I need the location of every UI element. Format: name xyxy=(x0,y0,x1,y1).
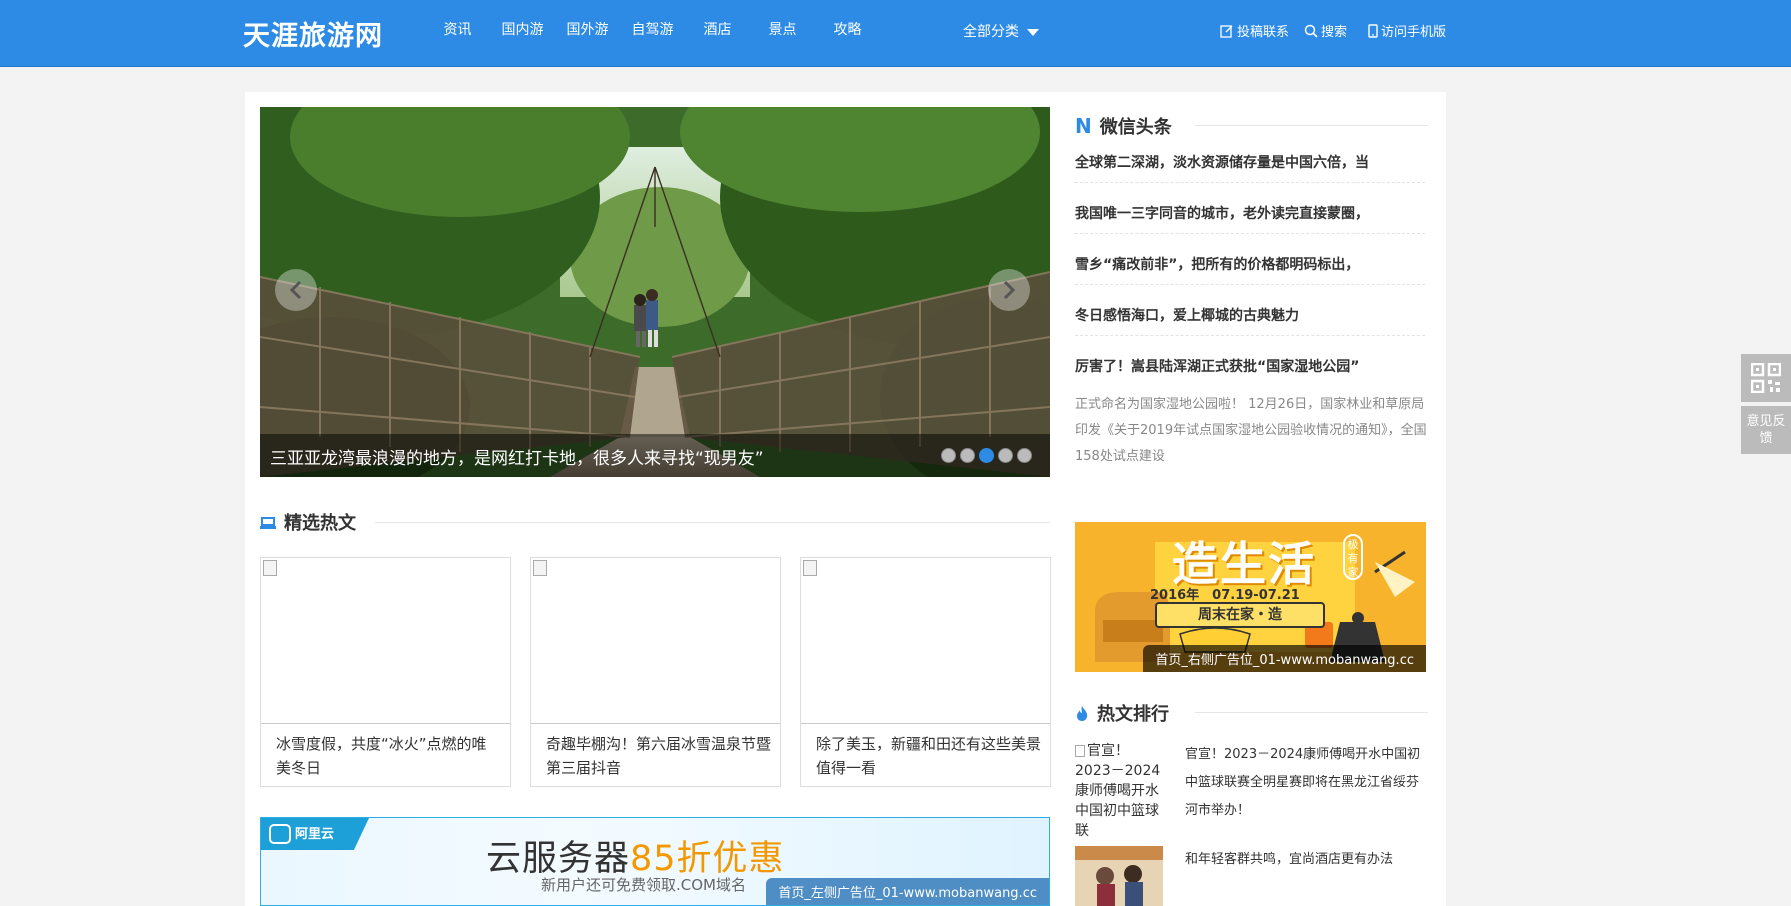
slider-dot-2[interactable] xyxy=(960,448,975,463)
featured-card-title[interactable]: 奇趣毕棚沟！第六届冰雪温泉节暨第三届抖音 xyxy=(546,732,771,780)
feedback-button[interactable]: 意见反馈 xyxy=(1741,406,1791,454)
nav-item-domestic[interactable]: 国内游 xyxy=(490,0,555,62)
featured-card-title[interactable]: 冰雪度假，共度“冰火”点燃的唯美冬日 xyxy=(276,732,501,780)
slider-dot-3[interactable] xyxy=(979,448,994,463)
contribute-label: 投稿联系 xyxy=(1237,25,1290,40)
featured-divider xyxy=(375,522,1050,523)
broken-image-icon xyxy=(263,560,277,576)
hot-thumb-image xyxy=(1075,846,1163,906)
nav-item-abroad[interactable]: 国外游 xyxy=(555,0,620,62)
all-categories-label: 全部分类 xyxy=(963,24,1019,40)
slider-pagination xyxy=(941,448,1032,463)
wechat-news-item[interactable]: 冬日感悟海口，爱上椰城的古典魅力 xyxy=(1075,285,1425,336)
wechat-news-item[interactable]: 全球第二深湖，淡水资源储存量是中国六倍，当 xyxy=(1075,132,1425,183)
ad-r-date: 2016年 07.19-07.21 xyxy=(1150,588,1300,603)
search-icon xyxy=(1304,24,1318,38)
featured-card-image[interactable] xyxy=(801,558,1050,724)
slider-dot-1[interactable] xyxy=(941,448,956,463)
ad-subline: 新用户还可免费领取.COM域名 xyxy=(541,876,746,894)
main-container: 三亚亚龙湾最浪漫的地方，是网红打卡地，很多人来寻找“现男友” 精选热文 冰雪度假… xyxy=(245,92,1446,906)
hot-list-item[interactable]: 和年轻客群共鸣，宜尚酒店更有办法 xyxy=(1075,846,1430,906)
featured-card-title[interactable]: 除了美玉，新疆和田还有这些美景值得一看 xyxy=(816,732,1041,780)
all-categories-dropdown[interactable]: 全部分类 xyxy=(963,21,1039,41)
right-ad-banner[interactable]: 造生活 极有家 2016年 07.19-07.21 周末在家・造 首页_右侧广告… xyxy=(1075,522,1426,672)
wechat-news-item[interactable]: 我国唯一三字同音的城市，老外读完直接蒙圈， xyxy=(1075,183,1425,234)
edit-icon xyxy=(1220,24,1233,38)
qr-code-button[interactable] xyxy=(1741,354,1791,402)
hot-list-item[interactable]: 官宣！2023－2024康师傅喝开水中国初中篮球联 官宣！2023－2024康师… xyxy=(1075,741,1430,841)
search-link[interactable]: 搜索 xyxy=(1304,21,1347,40)
nav-item-hotel[interactable]: 酒店 xyxy=(685,0,750,62)
slider-next-button[interactable] xyxy=(988,269,1030,311)
slider-dot-5[interactable] xyxy=(1017,448,1032,463)
hot-section-title: 热文排行 xyxy=(1075,700,1169,726)
image-slider[interactable]: 三亚亚龙湾最浪漫的地方，是网红打卡地，很多人来寻找“现男友” xyxy=(260,107,1050,477)
wechat-divider xyxy=(1195,125,1428,126)
hot-title-label: 热文排行 xyxy=(1097,704,1169,725)
hot-item-title[interactable]: 和年轻客群共鸣，宜尚酒店更有办法 xyxy=(1185,846,1430,874)
ad-r-badge: 极有家 xyxy=(1343,534,1363,580)
caret-down-icon xyxy=(1027,29,1039,36)
mobile-link[interactable]: 访问手机版 xyxy=(1368,21,1446,40)
qr-code-icon xyxy=(1751,363,1781,393)
chevron-right-icon xyxy=(1003,280,1016,300)
featured-card-3[interactable]: 除了美玉，新疆和田还有这些美景值得一看 xyxy=(800,557,1051,787)
top-header: 天涯旅游网 资讯 国内游 国外游 自驾游 酒店 景点 攻略 全部分类 投稿联系 … xyxy=(0,0,1791,67)
chevron-left-icon xyxy=(289,280,302,300)
broken-image-icon xyxy=(1075,745,1085,757)
slider-caption[interactable]: 三亚亚龙湾最浪漫的地方，是网红打卡地，很多人来寻找“现男友” xyxy=(270,444,764,469)
featured-section-title: 精选热文 xyxy=(260,509,356,535)
nav-item-scenic[interactable]: 景点 xyxy=(750,0,815,62)
nav-item-guide[interactable]: 攻略 xyxy=(815,0,880,62)
featured-card-1[interactable]: 冰雪度假，共度“冰火”点燃的唯美冬日 xyxy=(260,557,511,787)
broken-image-icon xyxy=(533,560,547,576)
flame-icon xyxy=(1077,705,1088,721)
broken-image-icon xyxy=(803,560,817,576)
main-nav: 资讯 国内游 国外游 自驾游 酒店 景点 攻略 xyxy=(425,0,880,62)
featured-card-image[interactable] xyxy=(531,558,780,724)
slider-prev-button[interactable] xyxy=(275,269,317,311)
hot-item-title[interactable]: 官宣！2023－2024康师傅喝开水中国初中篮球联赛全明星赛即将在黑龙江省绥芬河… xyxy=(1185,741,1430,825)
mobile-icon xyxy=(1368,23,1378,38)
featured-title-label: 精选热文 xyxy=(284,513,356,534)
featured-card-2[interactable]: 奇趣毕棚沟！第六届冰雪温泉节暨第三届抖音 xyxy=(530,557,781,787)
hot-item-thumbnail[interactable]: 官宣！2023－2024康师傅喝开水中国初中篮球联 xyxy=(1075,741,1163,841)
hot-thumb-alt: 官宣！2023－2024康师傅喝开水中国初中篮球联 xyxy=(1075,743,1161,839)
contribute-link[interactable]: 投稿联系 xyxy=(1220,21,1289,40)
mobile-label: 访问手机版 xyxy=(1381,25,1447,40)
aliyun-logo-icon xyxy=(269,824,291,844)
slider-dot-4[interactable] xyxy=(998,448,1013,463)
wechat-news-description: 正式命名为国家湿地公园啦！ 12月26日，国家林业和草原局印发《关于2019年试… xyxy=(1075,397,1427,464)
ad-slot-label: 首页_右侧广告位_01-www.mobanwang.cc xyxy=(1143,645,1426,672)
featured-card-image[interactable] xyxy=(261,558,510,724)
site-logo[interactable]: 天涯旅游网 xyxy=(243,14,383,53)
left-ad-banner[interactable]: 阿里云 云服务器85折优惠 新用户还可免费领取.COM域名 首页_左侧广告位_0… xyxy=(260,817,1050,906)
wechat-news-list: 全球第二深湖，淡水资源储存量是中国六倍，当 我国唯一三字同音的城市，老外读完直接… xyxy=(1075,132,1425,387)
hot-item-thumbnail[interactable] xyxy=(1075,846,1163,906)
ad-r-subtitle: 周末在家・造 xyxy=(1155,602,1325,628)
ad-slot-label: 首页_左侧广告位_01-www.mobanwang.cc xyxy=(766,878,1049,905)
nav-item-selfdrive[interactable]: 自驾游 xyxy=(620,0,685,62)
nav-item-news[interactable]: 资讯 xyxy=(425,0,490,62)
wechat-news-item[interactable]: 雪乡“痛改前非”，把所有的价格都明码标出， xyxy=(1075,234,1425,285)
book-icon xyxy=(260,516,276,529)
hot-divider xyxy=(1195,712,1428,713)
slider-caption-bar: 三亚亚龙湾最浪漫的地方，是网红打卡地，很多人来寻找“现男友” xyxy=(260,434,1050,477)
aliyun-logo: 阿里云 xyxy=(261,818,369,850)
wechat-news-item[interactable]: 厉害了！嵩县陆浑湖正式获批“国家湿地公园” xyxy=(1075,336,1425,387)
search-label: 搜索 xyxy=(1321,25,1348,40)
slider-image[interactable] xyxy=(260,107,1050,477)
